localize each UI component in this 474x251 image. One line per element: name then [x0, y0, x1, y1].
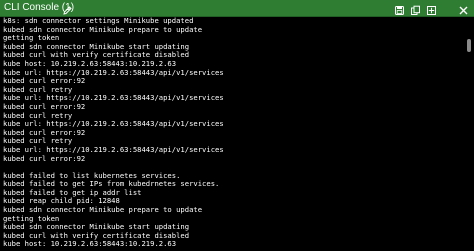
log-text: k8s: sdn connector settings Minikube upd… — [0, 17, 464, 249]
console-line: kubed curl error:92 — [3, 153, 86, 163]
console-line: kubed curl error:92 — [3, 127, 86, 137]
expand-icon[interactable] — [426, 3, 437, 15]
console-line: kube host: 10.219.2.63:58443:10.219.2.63 — [3, 239, 177, 249]
cli-console-window: CLI Console (1) k8s: sdn connector setti… — [0, 0, 474, 251]
title-bar: CLI Console (1) — [0, 0, 474, 17]
scrollbar[interactable] — [464, 17, 474, 251]
console-line: kubed curl error:92 — [3, 76, 86, 86]
scrollbar-thumb[interactable] — [467, 39, 471, 52]
copy-icon[interactable] — [410, 3, 421, 15]
close-icon[interactable] — [458, 3, 469, 15]
console-line: kubed sdn connector Minikube prepare to … — [3, 24, 203, 34]
save-icon[interactable] — [394, 3, 405, 15]
console-line: kubed curl error:92 — [3, 101, 86, 111]
console-output[interactable]: k8s: sdn connector settings Minikube upd… — [0, 17, 464, 251]
edit-title-icon[interactable] — [62, 3, 73, 15]
console-line: kubed sdn connector Minikube prepare to … — [3, 205, 203, 215]
